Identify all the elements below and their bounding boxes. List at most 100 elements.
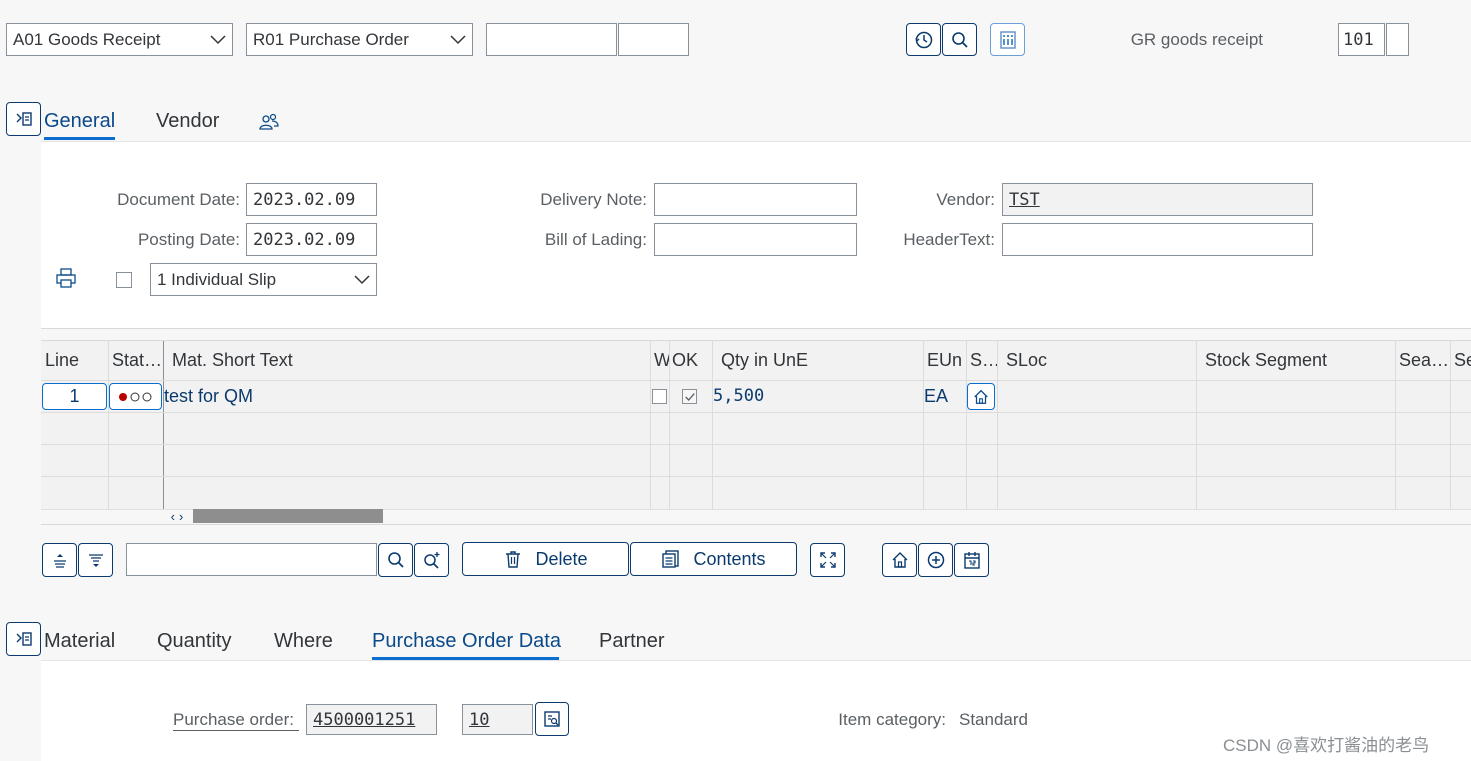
document-date-input[interactable]: 2023.02.09 (246, 183, 377, 216)
material-short-text: test for QM (164, 385, 254, 406)
col-status[interactable]: Stat… (108, 341, 163, 380)
collapse-header-button[interactable] (6, 102, 41, 136)
bill-of-lading-input[interactable] (654, 223, 857, 256)
document-list-icon (662, 550, 680, 568)
col-line[interactable]: Line (41, 341, 108, 380)
reference-select[interactable]: R01 Purchase Order (246, 23, 473, 56)
scrollbar-thumb[interactable] (193, 509, 383, 523)
status-lights-icon (118, 392, 151, 401)
delete-button-label: Delete (535, 548, 588, 569)
find-next-button[interactable] (414, 543, 449, 577)
w-checkbox[interactable] (652, 389, 667, 404)
col-stock-segment[interactable]: Stock Segment (1201, 341, 1391, 380)
quantity-value[interactable]: 5,500 (713, 380, 764, 412)
add-item-button[interactable] (918, 543, 953, 577)
people-icon (259, 113, 279, 130)
item-category-label: Item category: (838, 710, 946, 729)
tab-partners[interactable] (258, 112, 280, 132)
chevron-down-icon (450, 34, 466, 44)
scroll-right-icon[interactable]: › (179, 509, 183, 524)
print-checkbox[interactable] (116, 272, 132, 288)
printer-icon (56, 268, 76, 288)
posting-date-label: Posting Date: (137, 230, 240, 249)
tab-vendor[interactable]: Vendor (156, 110, 219, 133)
reference-select-value: R01 Purchase Order (253, 29, 409, 49)
col-sloc[interactable]: SLoc (1002, 341, 1192, 380)
item-table: Line Stat… Mat. Short Text W OK Qty in U… (41, 340, 1471, 525)
slip-select-value: 1 Individual Slip (157, 269, 277, 289)
contents-button-label: Contents (693, 548, 766, 569)
header-text-label: HeaderText: (903, 230, 995, 249)
col-w[interactable]: W (650, 341, 670, 380)
delivery-note-label: Delivery Note: (540, 190, 647, 209)
search-button[interactable] (942, 23, 977, 56)
vendor-field[interactable]: TST (1002, 183, 1313, 216)
unit-value[interactable]: EA (924, 380, 948, 412)
document-date-label: Document Date: (117, 190, 240, 209)
tab-general[interactable]: General (44, 110, 115, 133)
calculator-button[interactable] (990, 23, 1025, 56)
table-search-input[interactable] (126, 543, 377, 576)
tab-partner[interactable]: Partner (599, 630, 665, 653)
col-s[interactable]: S… (966, 341, 998, 380)
home-icon (974, 389, 988, 404)
slip-select[interactable]: 1 Individual Slip (150, 263, 377, 296)
tab-purchase-order-data[interactable]: Purchase Order Data (372, 630, 561, 653)
delivery-note-input[interactable] (654, 183, 857, 216)
collapse-panel-icon (16, 112, 32, 126)
chevron-down-icon (354, 274, 370, 284)
col-ok[interactable]: OK (668, 341, 712, 380)
bill-of-lading-label: Bill of Lading: (544, 230, 647, 249)
action-select[interactable]: A01 Goods Receipt (6, 23, 233, 56)
sort-descending-button[interactable] (78, 543, 113, 577)
display-po-button[interactable] (535, 702, 569, 736)
vendor-label: Vendor: (936, 190, 995, 209)
trash-icon (506, 551, 521, 568)
delete-button[interactable]: Delete (462, 542, 629, 576)
item-category-value: Standard (959, 710, 1028, 729)
document-display-icon (544, 711, 560, 727)
movement-type-input[interactable]: 101 (1338, 23, 1385, 56)
col-qty[interactable]: Qty in UnE (717, 341, 917, 380)
collapse-item-detail-button[interactable] (6, 622, 41, 656)
col-se[interactable]: Se (1450, 341, 1471, 380)
contents-button[interactable]: Contents (630, 542, 797, 576)
history-button[interactable] (906, 23, 941, 56)
tab-quantity[interactable]: Quantity (157, 630, 231, 653)
scroll-arrows[interactable]: ‹ › (165, 509, 189, 524)
po-item-field[interactable]: 10 (462, 704, 533, 735)
col-eun[interactable]: EUn (923, 341, 967, 380)
action-select-value: A01 Goods Receipt (13, 29, 161, 49)
plus-circle-icon (927, 551, 944, 569)
tab-general-underline (44, 137, 115, 140)
col-mat-short-text[interactable]: Mat. Short Text (168, 341, 648, 380)
print-button[interactable] (55, 267, 77, 289)
posting-date-input[interactable]: 2023.02.09 (246, 223, 377, 256)
scroll-left-icon[interactable]: ‹ (171, 509, 175, 524)
purchase-order-label[interactable]: Purchase order: (173, 710, 299, 731)
calendar-button[interactable] (954, 543, 989, 577)
expand-icon (819, 552, 836, 568)
ok-checkbox[interactable] (682, 389, 697, 404)
fullscreen-button[interactable] (810, 543, 845, 577)
search-plus-icon (423, 552, 439, 569)
line-number-field[interactable]: 1 (42, 383, 107, 410)
reference-doc-input[interactable] (486, 23, 617, 56)
search-icon (951, 31, 968, 48)
history-icon (914, 31, 932, 48)
sort-ascending-button[interactable] (42, 543, 77, 577)
status-traffic-light[interactable] (109, 383, 162, 410)
find-button[interactable] (378, 543, 413, 577)
reference-year-input[interactable] (618, 23, 689, 56)
header-text-input[interactable] (1002, 223, 1313, 256)
tab-material[interactable]: Material (44, 630, 115, 653)
calendar-icon (963, 552, 980, 569)
movement-type-label: GR goods receipt (1130, 30, 1263, 49)
col-sea[interactable]: Sea… (1395, 341, 1449, 380)
tab-where[interactable]: Where (274, 630, 333, 653)
stock-type-button[interactable] (967, 383, 995, 410)
watermark: CSDN @喜欢打酱油的老鸟 (1223, 736, 1430, 755)
movement-type-extra[interactable] (1386, 23, 1409, 56)
stock-overview-button[interactable] (882, 543, 917, 577)
purchase-order-field[interactable]: 4500001251 (306, 704, 437, 735)
